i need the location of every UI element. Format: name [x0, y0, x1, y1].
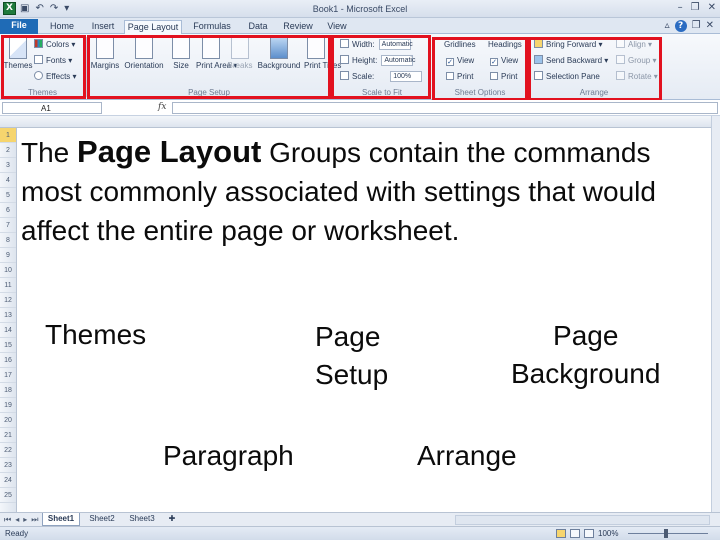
row-number[interactable]: 17 — [0, 368, 16, 383]
scale-to-fit-group-highlight — [331, 35, 431, 99]
formula-bar: A1 fx — [0, 100, 720, 116]
page-layout-view-icon[interactable] — [570, 529, 580, 538]
tab-review[interactable]: Review — [278, 20, 318, 34]
sheet-tab-sheet2[interactable]: Sheet2 — [84, 513, 120, 526]
sheet-tab-bar: ⏮ ◂ ▸ ⏭ Sheet1 Sheet2 Sheet3 ✚ — [0, 512, 720, 526]
sheet-options-group-highlight — [432, 37, 528, 101]
row-number[interactable]: 14 — [0, 323, 16, 338]
row-number[interactable]: 4 — [0, 173, 16, 188]
sheet-tab-sheet3[interactable]: Sheet3 — [124, 513, 160, 526]
insert-sheet-icon[interactable]: ✚ — [164, 513, 180, 526]
tab-data[interactable]: Data — [240, 20, 276, 34]
name-box[interactable]: A1 — [2, 102, 102, 114]
themes-label: Themes — [45, 319, 147, 350]
row-number[interactable]: 16 — [0, 353, 16, 368]
row-number[interactable]: 20 — [0, 413, 16, 428]
tab-view[interactable]: View — [320, 20, 354, 34]
page-setup-label: Page Setup — [315, 321, 389, 390]
zoom-slider-thumb[interactable] — [664, 529, 668, 538]
help-icon[interactable]: ? — [674, 20, 687, 32]
row-number[interactable]: 7 — [0, 218, 16, 233]
row-number[interactable]: 1 — [0, 128, 16, 143]
tab-insert[interactable]: Insert — [84, 20, 122, 34]
tab-page-layout[interactable]: Page Layout — [124, 20, 182, 34]
row-number[interactable]: 18 — [0, 383, 16, 398]
page-setup-group-highlight — [87, 35, 331, 99]
ribbon-tab-row: File Home Insert Page Layout Formulas Da… — [0, 18, 720, 34]
paragraph-label: Paragraph — [163, 440, 294, 471]
first-sheet-icon[interactable]: ⏮ — [4, 514, 11, 526]
row-number[interactable]: 10 — [0, 263, 16, 278]
title-bar: X ▣ ↶ ↷ ▾ Book1 - Microsoft Excel – ❐ ✕ — [0, 0, 720, 18]
zoom-slider-track[interactable] — [628, 533, 708, 534]
row-number[interactable]: 8 — [0, 233, 16, 248]
horizontal-scrollbar[interactable] — [455, 515, 710, 525]
page-break-view-icon[interactable] — [584, 529, 594, 538]
slide-overlay: The Page Layout Groups contain the comma… — [17, 128, 711, 512]
status-ready: Ready — [5, 529, 29, 538]
status-bar: Ready 100% — [0, 526, 720, 540]
ribbon-right-controls: ▵ ? ❐ ✕ — [665, 19, 714, 33]
vertical-scrollbar[interactable] — [711, 116, 720, 512]
arrange-label: Arrange — [417, 440, 517, 471]
row-number[interactable]: 2 — [0, 143, 16, 158]
window-title: Book1 - Microsoft Excel — [312, 4, 408, 14]
row-number[interactable]: 25 — [0, 488, 16, 503]
last-sheet-icon[interactable]: ⏭ — [31, 514, 38, 526]
intro-text: The Page Layout Groups contain the comma… — [21, 134, 656, 246]
column-headers — [0, 116, 720, 128]
row-number[interactable]: 5 — [0, 188, 16, 203]
normal-view-icon[interactable] — [556, 529, 566, 538]
row-number[interactable]: 6 — [0, 203, 16, 218]
row-number[interactable]: 13 — [0, 308, 16, 323]
themes-group-highlight — [1, 35, 86, 99]
row-number[interactable]: 12 — [0, 293, 16, 308]
arrange-group-highlight — [528, 37, 662, 101]
formula-input[interactable] — [172, 102, 718, 114]
restore-window-icon[interactable]: ❐ — [692, 19, 701, 33]
sheet-navigation: ⏮ ◂ ▸ ⏭ — [4, 514, 38, 526]
row-number[interactable]: 3 — [0, 158, 16, 173]
row-number[interactable]: 19 — [0, 398, 16, 413]
intro-emphasis: Page Layout — [77, 134, 262, 169]
tab-file[interactable]: File — [0, 19, 38, 34]
row-number[interactable]: 9 — [0, 248, 16, 263]
zoom-level[interactable]: 100% — [598, 527, 618, 540]
minimize-ribbon-icon[interactable]: ▵ — [665, 19, 670, 33]
window-controls: – ❐ ✕ — [678, 2, 716, 14]
close-icon[interactable]: ✕ — [708, 2, 716, 14]
prev-sheet-icon[interactable]: ◂ — [15, 514, 19, 526]
next-sheet-icon[interactable]: ▸ — [23, 514, 27, 526]
close-workbook-icon[interactable]: ✕ — [706, 19, 714, 33]
row-number[interactable]: 15 — [0, 338, 16, 353]
row-number[interactable]: 21 — [0, 428, 16, 443]
insert-function-icon[interactable]: fx — [158, 101, 166, 114]
view-buttons — [556, 529, 594, 538]
sheet-tab-sheet1[interactable]: Sheet1 — [42, 513, 80, 526]
ribbon: Themes Colors ▾ Fonts ▾ Effects ▾ Themes… — [0, 34, 720, 101]
tab-home[interactable]: Home — [40, 20, 84, 34]
restore-icon[interactable]: ❐ — [691, 2, 700, 14]
row-headers: 1 2 3 4 5 6 7 8 9 10 11 12 13 14 15 16 1… — [0, 128, 17, 512]
row-number[interactable]: 23 — [0, 458, 16, 473]
page-background-label: Page Background — [511, 320, 661, 389]
tab-formulas[interactable]: Formulas — [186, 20, 238, 34]
minimize-icon[interactable]: – — [678, 2, 683, 14]
row-number[interactable]: 11 — [0, 278, 16, 293]
row-number[interactable]: 22 — [0, 443, 16, 458]
row-number[interactable]: 24 — [0, 473, 16, 488]
